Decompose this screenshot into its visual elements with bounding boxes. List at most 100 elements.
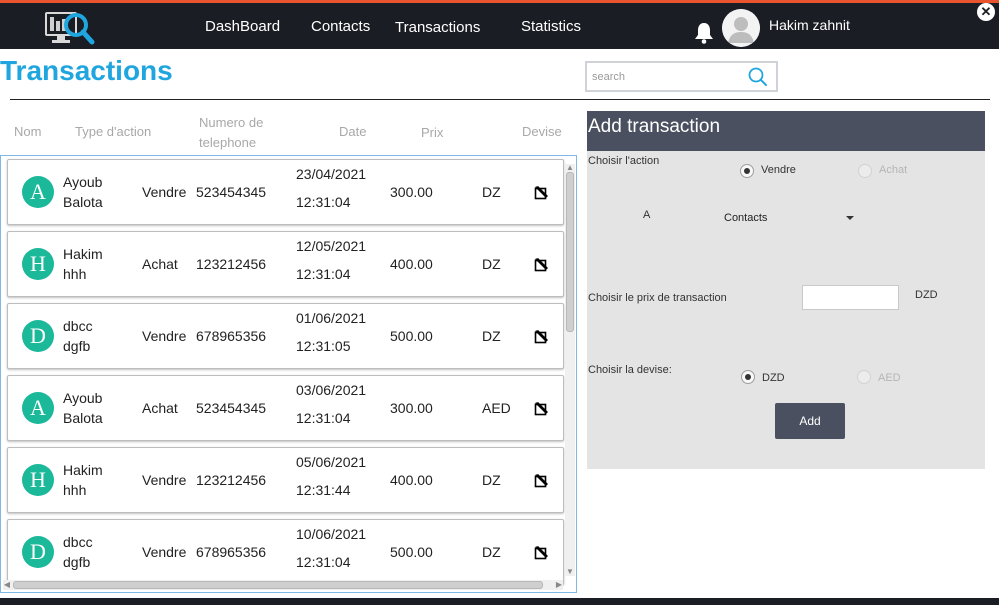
edit-icon[interactable]	[533, 329, 549, 345]
edit-icon[interactable]	[533, 401, 549, 417]
add-transaction-panel: Add transaction Choisir l'action Vendre …	[587, 111, 985, 469]
contact-last-name: hhh	[63, 482, 87, 498]
transaction-row[interactable]: A Ayoub Balota Vendre 523454345 23/04/20…	[7, 159, 564, 225]
transaction-row[interactable]: A Ayoub Balota Achat 523454345 03/06/202…	[7, 375, 564, 441]
contact-last-name: dgfb	[63, 338, 91, 354]
radio-dzd-label[interactable]: DZD	[762, 372, 785, 384]
transaction-action: Achat	[142, 256, 178, 272]
price-input[interactable]	[802, 285, 899, 310]
app-window: DashBoard Contacts Transactions Statisti…	[0, 0, 999, 605]
devise-label: Choisir la devise:	[588, 364, 672, 376]
transaction-date: 12/05/2021	[296, 238, 367, 254]
transaction-devise: DZ	[482, 256, 501, 272]
contact-first-name: dbcc	[63, 318, 93, 334]
contact-first-name: Hakim	[63, 246, 103, 262]
transaction-price: 300.00	[390, 184, 433, 200]
radio-vendre[interactable]	[740, 164, 754, 178]
contact-first-name: dbcc	[63, 534, 93, 550]
scroll-up-icon[interactable]: ▲	[565, 164, 575, 172]
contact-avatar: D	[22, 320, 54, 352]
contact-first-name: Ayoub	[63, 390, 103, 406]
contact-last-name: Balota	[63, 194, 103, 210]
contact-phone: 523454345	[196, 184, 267, 200]
column-header-phone-line2: telephone	[199, 135, 257, 150]
transaction-row[interactable]: D dbcc dgfb Vendre 678965356 10/06/2021 …	[7, 519, 564, 585]
contact-last-name: dgfb	[63, 554, 91, 570]
transaction-row[interactable]: D dbcc dgfb Vendre 678965356 01/06/2021 …	[7, 303, 564, 369]
contact-avatar: A	[22, 392, 54, 424]
monitor-search-logo-icon[interactable]	[44, 7, 98, 47]
radio-achat-label[interactable]: Achat	[879, 164, 907, 176]
contact-avatar: H	[22, 464, 54, 496]
column-header-devise: Devise	[522, 124, 562, 139]
contact-first-name: Hakim	[63, 462, 103, 478]
contact-avatar: H	[22, 248, 54, 280]
search-box	[585, 61, 778, 92]
vertical-scrollbar[interactable]: ▲ ▼	[565, 164, 575, 576]
scroll-down-icon[interactable]: ▼	[565, 568, 575, 576]
column-header-phone-line1: Numero de	[199, 115, 264, 130]
edit-icon[interactable]	[533, 257, 549, 273]
radio-achat[interactable]	[858, 164, 872, 178]
bell-icon[interactable]	[693, 21, 715, 45]
action-label: Choisir l'action	[588, 155, 660, 167]
edit-icon[interactable]	[533, 545, 549, 561]
radio-vendre-label[interactable]: Vendre	[761, 164, 796, 176]
user-avatar-icon[interactable]	[722, 9, 760, 47]
edit-icon[interactable]	[533, 473, 549, 489]
transaction-devise: DZ	[482, 184, 501, 200]
vertical-scroll-thumb[interactable]	[566, 172, 574, 332]
nav-transactions[interactable]: Transactions	[395, 19, 480, 36]
contact-avatar: D	[22, 536, 54, 568]
transaction-time: 12:31:04	[296, 194, 351, 210]
search-input[interactable]	[592, 68, 742, 86]
scroll-right-icon[interactable]: ▶	[555, 580, 563, 590]
contact-phone: 123212456	[196, 472, 267, 488]
radio-dzd[interactable]	[741, 370, 755, 384]
contact-select[interactable]: Contacts	[712, 206, 862, 230]
transaction-devise: DZ	[482, 472, 501, 488]
contact-first-name: Ayoub	[63, 174, 103, 190]
transaction-devise: DZ	[482, 328, 501, 344]
top-nav-bar: DashBoard Contacts Transactions Statisti…	[0, 0, 999, 49]
page-title: Transactions	[0, 55, 173, 86]
horizontal-scroll-thumb[interactable]	[13, 581, 543, 589]
transaction-price: 300.00	[390, 400, 433, 416]
user-name[interactable]: Hakim zahnit	[769, 17, 850, 33]
transaction-action: Vendre	[142, 544, 187, 560]
chevron-down-icon	[846, 216, 854, 220]
contact-phone: 678965356	[196, 328, 267, 344]
transaction-price: 400.00	[390, 472, 433, 488]
transaction-devise: DZ	[482, 544, 501, 560]
search-icon[interactable]	[747, 66, 769, 88]
transaction-price: 500.00	[390, 544, 433, 560]
transactions-list[interactable]: A Ayoub Balota Vendre 523454345 23/04/20…	[0, 155, 577, 593]
header-divider	[10, 99, 990, 100]
radio-aed-label[interactable]: AED	[878, 372, 901, 384]
column-header-nom: Nom	[14, 124, 42, 139]
recipient-label: A	[643, 209, 651, 221]
price-currency-label: DZD	[915, 289, 938, 301]
add-button[interactable]: Add	[775, 403, 845, 439]
horizontal-scrollbar[interactable]: ◀ ▶	[3, 580, 563, 590]
edit-icon[interactable]	[533, 185, 549, 201]
transaction-row[interactable]: H Hakim hhh Vendre 123212456 05/06/2021 …	[7, 447, 564, 513]
nav-statistics[interactable]: Statistics	[521, 18, 581, 35]
window-bottom-edge	[0, 598, 999, 605]
nav-dashboard[interactable]: DashBoard	[205, 18, 280, 35]
transaction-time: 12:31:05	[296, 338, 351, 354]
contact-select-value: Contacts	[724, 212, 768, 224]
contact-avatar: A	[22, 176, 54, 208]
nav-contacts[interactable]: Contacts	[311, 18, 370, 35]
add-transaction-title: Add transaction	[587, 111, 985, 151]
transaction-time: 12:31:44	[296, 482, 351, 498]
transaction-row[interactable]: H Hakim hhh Achat 123212456 12/05/2021 1…	[7, 231, 564, 297]
radio-aed[interactable]	[857, 370, 871, 384]
transaction-time: 12:31:04	[296, 266, 351, 282]
contact-last-name: hhh	[63, 266, 87, 282]
scroll-left-icon[interactable]: ◀	[3, 580, 11, 590]
column-header-prix: Prix	[421, 125, 444, 140]
transaction-action: Achat	[142, 400, 178, 416]
transaction-action: Vendre	[142, 328, 187, 344]
close-icon[interactable]: ✕	[977, 3, 995, 21]
